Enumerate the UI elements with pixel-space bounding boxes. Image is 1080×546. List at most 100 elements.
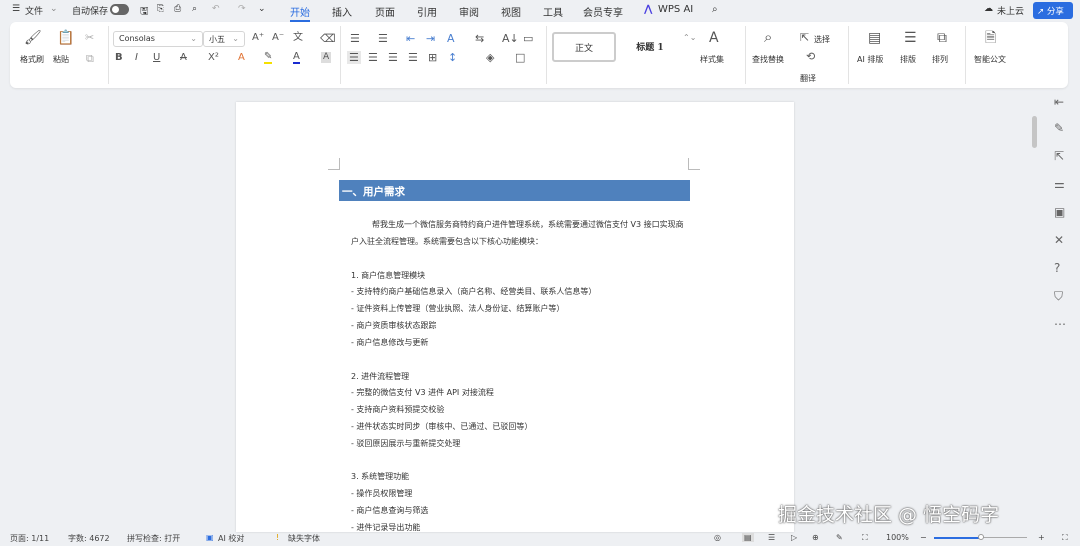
align-center-icon[interactable]: ☰ xyxy=(368,52,378,63)
arrange-button[interactable]: 排列 xyxy=(932,54,948,65)
zoom-level[interactable]: 100% xyxy=(886,533,909,542)
shrink-font-icon[interactable]: A⁻ xyxy=(272,33,284,43)
tab-view[interactable]: 视图 xyxy=(501,4,521,19)
superscript-icon[interactable]: X² xyxy=(208,53,219,63)
search-icon[interactable]: ⌕ xyxy=(712,4,718,15)
tab-home[interactable]: 开始 xyxy=(290,4,310,22)
increase-indent-icon[interactable]: ⇥ xyxy=(426,33,435,44)
redo-icon[interactable]: ↷ xyxy=(238,4,246,14)
table-tools-icon[interactable]: ▭ xyxy=(523,33,533,44)
highlight-icon[interactable]: ✎ xyxy=(264,52,273,64)
sort-direction-icon[interactable]: ⇆ xyxy=(475,33,484,44)
format-painter-button[interactable]: 格式刷 xyxy=(20,54,44,65)
save-icon[interactable]: 🖫 xyxy=(140,4,149,21)
paragraph-line: 帮我生成一个微信服务商特约商户进件管理系统，系统需要通过微信支付 V3 接口实现… xyxy=(372,220,684,229)
align-left-icon[interactable]: ☰ xyxy=(347,51,361,64)
numbered-list-icon[interactable]: ☰ xyxy=(378,33,388,44)
write-mode-icon[interactable]: ✎ xyxy=(836,533,843,542)
phonetic-icon[interactable]: 文 xyxy=(293,33,303,43)
fullscreen-icon[interactable]: ⛶ xyxy=(1062,533,1068,543)
eye-protection-icon[interactable]: ◎ xyxy=(714,533,721,542)
line-spacing-icon[interactable]: ↕ xyxy=(448,52,457,63)
grow-font-icon[interactable]: A⁺ xyxy=(252,33,264,43)
text-direction-icon[interactable]: A xyxy=(447,33,455,44)
tools-icon[interactable]: ✕ xyxy=(1054,234,1064,246)
play-icon[interactable]: ▷ xyxy=(791,533,797,542)
clear-format-icon[interactable]: ⌫ xyxy=(320,33,336,44)
print-icon[interactable]: ⎙ xyxy=(174,4,181,14)
tab-insert[interactable]: 插入 xyxy=(332,4,352,19)
copy-icon[interactable]: ⧉ xyxy=(86,53,94,64)
font-name-select[interactable]: Consolas ⌄ xyxy=(113,31,203,47)
spell-check[interactable]: 拼写检查: 打开 xyxy=(127,533,180,544)
distributed-icon[interactable]: ⊞ xyxy=(428,52,437,63)
undo-icon[interactable]: ↶ xyxy=(212,4,220,14)
export-icon[interactable]: ⎘ xyxy=(157,4,164,14)
translate-button[interactable]: 翻译 xyxy=(800,73,816,84)
cloud-status[interactable]: 未上云 xyxy=(997,4,1024,17)
zoom-out-icon[interactable]: − xyxy=(920,533,927,542)
char-shading-icon[interactable]: A xyxy=(321,52,332,63)
shirt-icon[interactable]: ⛉ xyxy=(1054,290,1063,302)
missing-font-button[interactable]: 缺失字体 xyxy=(288,533,320,544)
vertical-scrollbar[interactable] xyxy=(1031,102,1037,527)
smart-doc-button[interactable]: 智能公文 xyxy=(974,54,1006,65)
border-icon[interactable]: □ xyxy=(515,52,525,63)
underline-icon[interactable]: U xyxy=(153,53,160,63)
tab-review[interactable]: 审阅 xyxy=(459,4,479,19)
tab-tools[interactable]: 工具 xyxy=(543,4,563,19)
layout-button[interactable]: 排版 xyxy=(900,54,916,65)
pen-icon[interactable]: ✎ xyxy=(1054,122,1064,134)
tab-page[interactable]: 页面 xyxy=(375,4,395,19)
page-indicator[interactable]: 页面: 1/11 xyxy=(10,533,49,544)
shading-icon[interactable]: ◈ xyxy=(486,52,494,63)
style-heading-1[interactable]: 标题 1 xyxy=(620,34,680,60)
style-scroll-icon[interactable]: ⌃⌄ xyxy=(683,34,696,42)
ai-layout-button[interactable]: AI 排版 xyxy=(857,54,883,65)
zoom-slider[interactable] xyxy=(934,534,1027,540)
text-effect-icon[interactable]: A xyxy=(238,53,245,63)
italic-icon[interactable]: I xyxy=(135,53,138,63)
more-icon[interactable]: ⋯ xyxy=(1054,318,1066,330)
autosave-toggle[interactable] xyxy=(110,4,129,15)
more-icon[interactable]: ⌄ xyxy=(258,4,266,14)
file-menu[interactable]: 文件 xyxy=(25,4,43,17)
tab-member[interactable]: 会员专享 xyxy=(583,4,623,19)
share-button[interactable]: ↗ 分享 xyxy=(1033,2,1073,19)
sort-icon[interactable]: A↓ xyxy=(502,33,519,44)
cut-icon[interactable]: ✂ xyxy=(85,32,94,43)
tab-reference[interactable]: 引用 xyxy=(417,4,437,19)
settings-sliders-icon[interactable]: ⚌ xyxy=(1054,178,1065,190)
find-replace-button[interactable]: 查找替换 xyxy=(752,54,784,65)
cursor-icon[interactable]: ⇱ xyxy=(1054,150,1064,162)
ai-check-button[interactable]: AI 校对 xyxy=(218,533,244,544)
collapse-icon[interactable]: ⇤ xyxy=(1054,96,1064,108)
style-set-button[interactable]: 样式集 xyxy=(700,54,724,65)
justify-icon[interactable]: ☰ xyxy=(408,52,418,63)
edit-image-icon[interactable]: ▣ xyxy=(1054,206,1065,218)
menu-icon[interactable]: ☰ xyxy=(12,4,20,14)
web-view-icon[interactable]: ⊕ xyxy=(812,533,819,542)
tab-wps-ai[interactable]: WPS AI xyxy=(658,4,693,15)
decrease-indent-icon[interactable]: ⇤ xyxy=(406,33,415,44)
font-size-select[interactable]: 小五 ⌄ xyxy=(203,31,245,47)
help-icon[interactable]: ? xyxy=(1054,262,1060,274)
bold-icon[interactable]: B xyxy=(115,53,123,63)
select-button[interactable]: 选择 xyxy=(814,34,830,45)
strikethrough-icon[interactable]: A xyxy=(180,53,187,63)
zoom-slider-thumb[interactable] xyxy=(977,534,984,540)
align-right-icon[interactable]: ☰ xyxy=(388,52,398,63)
fit-page-icon[interactable]: ⛶ xyxy=(862,533,868,543)
zoom-in-icon[interactable]: + xyxy=(1038,533,1045,542)
scrollbar-thumb[interactable] xyxy=(1032,116,1037,148)
paste-button[interactable]: 粘贴 xyxy=(53,54,69,65)
font-color-icon[interactable]: A xyxy=(293,52,300,64)
word-count[interactable]: 字数: 4672 xyxy=(68,533,110,544)
outline-view-icon[interactable]: ☰ xyxy=(768,533,775,542)
style-normal[interactable]: 正文 xyxy=(552,32,616,62)
arrange-icon: ⧉ xyxy=(937,30,947,46)
page-view-icon[interactable]: ▤ xyxy=(742,533,754,542)
bullet-list-icon[interactable]: ☰ xyxy=(350,33,360,44)
document-page[interactable]: 一、用户需求 帮我生成一个微信服务商特约商户进件管理系统，系统需要通过微信支付 … xyxy=(236,102,794,532)
print-preview-icon[interactable]: ⌕ xyxy=(192,4,197,14)
